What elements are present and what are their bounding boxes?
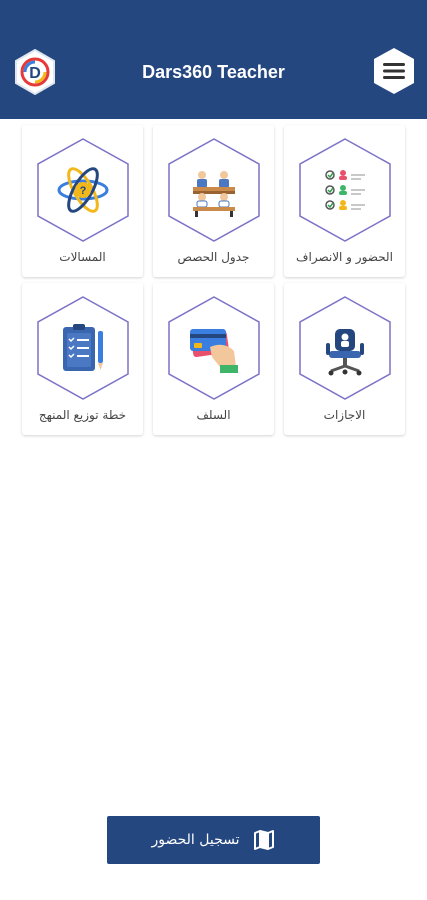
tile-label: المسالات xyxy=(59,250,106,264)
hand-card-icon xyxy=(168,296,260,400)
tile-advances[interactable]: السلف xyxy=(153,283,274,435)
register-attendance-button[interactable]: تسجيل الحضور xyxy=(107,816,320,864)
tile-label: الحضور و الانصراف xyxy=(296,250,393,264)
tile-schedule[interactable]: جدول الحصص xyxy=(153,125,274,277)
tile-label: السلف xyxy=(196,408,231,422)
tile-label: جدول الحصص xyxy=(177,250,250,264)
menu-button[interactable] xyxy=(369,46,419,96)
atom-question-icon: ? xyxy=(37,138,129,242)
tile-questions[interactable]: ? المسالات xyxy=(22,125,143,277)
classroom-desks-icon xyxy=(168,138,260,242)
clipboard-plan-icon xyxy=(37,296,129,400)
svg-text:?: ? xyxy=(80,185,87,197)
tile-label: الاجازات xyxy=(323,408,366,422)
tile-leaves[interactable]: الاجازات xyxy=(284,283,405,435)
hamburger-menu-icon xyxy=(383,63,405,79)
office-chair-icon xyxy=(299,296,391,400)
tile-curriculum-plan[interactable]: خطة توزيع المنهج xyxy=(22,283,143,435)
app-header: D Dars360 Teacher xyxy=(0,0,427,119)
page-title: Dars360 Teacher xyxy=(142,62,285,82)
tile-attendance[interactable]: الحضور و الانصراف xyxy=(284,125,405,277)
map-icon xyxy=(253,830,274,850)
attendance-checklist-icon xyxy=(299,138,391,242)
tile-label: خطة توزيع المنهج xyxy=(38,408,127,422)
register-attendance-label: تسجيل الحضور xyxy=(151,832,240,848)
